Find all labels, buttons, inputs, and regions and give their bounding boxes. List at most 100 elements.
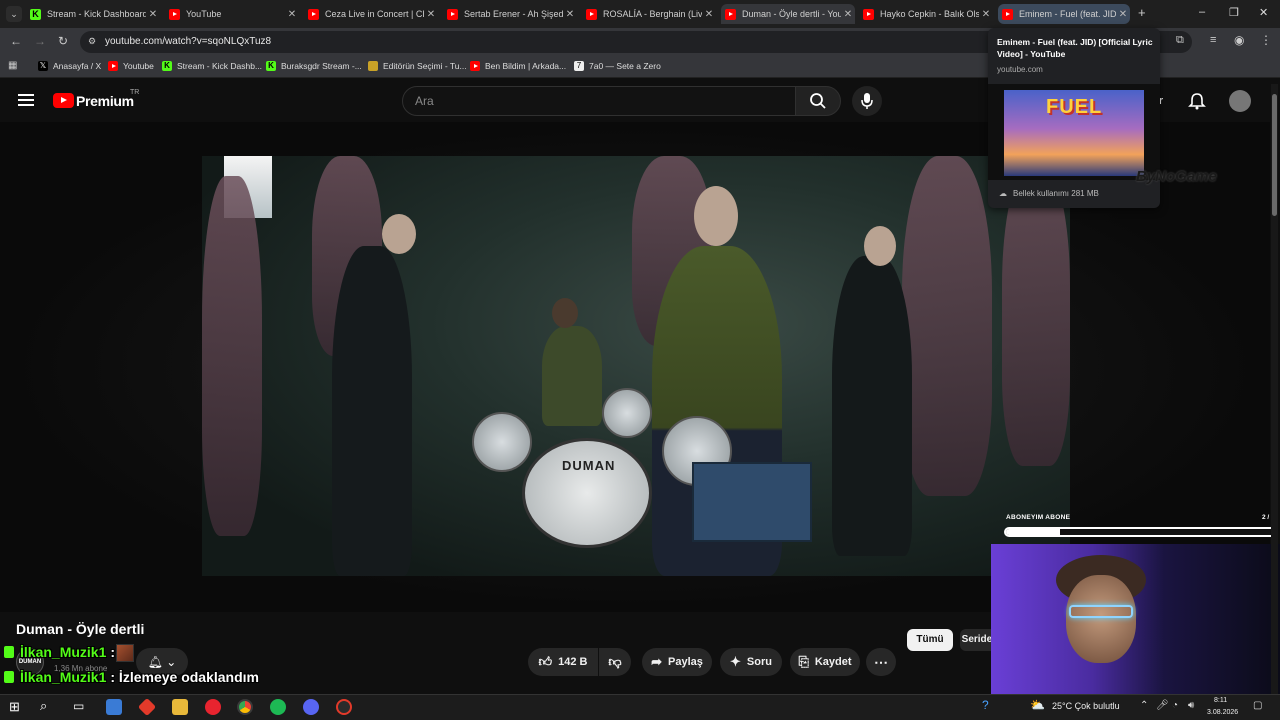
bookmark-kick-dashboard[interactable]: K Stream - Kick Dashb... [162,61,262,71]
tab-eminem[interactable]: Eminem - Fuel (feat. JID) ✕ [998,4,1130,24]
file-explorer-icon[interactable] [172,699,188,715]
tab-hayko[interactable]: Hayko Cepkin - Balık Olsa ✕ [863,4,993,24]
youtube-icon [169,8,180,20]
share-button[interactable]: ➦ Paylaş [642,648,712,676]
video-frame[interactable]: DUMAN [202,156,1070,576]
url-text[interactable]: youtube.com/watch?v=sqoNLQxTuz8 [105,36,271,47]
tab-close-icon[interactable]: ✕ [702,9,716,20]
chat-text: : İzlemeye odaklandım [110,669,259,685]
menu-icon[interactable] [18,94,34,106]
bookmark-sete-a-zero[interactable]: 7 7a0 — Sete a Zero [574,61,661,71]
discord-icon[interactable] [303,699,319,715]
clock-time[interactable]: 8:11 [1214,697,1227,704]
like-button[interactable]: 👍︎ 142 B [528,648,598,676]
chat-text: : [110,644,116,660]
streamer-face [1066,575,1136,663]
streamer-glasses [1069,605,1133,618]
more-actions-button[interactable]: ⋯ [866,648,896,676]
task-view-icon[interactable]: ▭ [73,699,84,713]
tab-ceza[interactable]: Ceza Live in Concert | CBC ✕ [308,4,438,24]
opera-icon[interactable] [205,699,221,715]
windows-start-icon[interactable]: ⊞ [9,699,20,715]
volume-icon[interactable]: 🔊︎ [1188,700,1194,711]
tab-sertab[interactable]: Sertab Erener - Ah Şişede ✕ [447,4,577,24]
x-icon: 𝕏 [38,61,48,71]
microphone-icon [861,93,873,109]
media-controls-icon[interactable]: ≡ [1210,34,1216,46]
search-button[interactable] [795,86,841,116]
tab-duman-active[interactable]: Duman - Öyle dertli - You ✕ [721,4,855,24]
tab-close-icon[interactable]: ✕ [979,9,993,20]
thumbs-down-icon: 👎︎ [608,654,622,669]
help-icon[interactable]: ? [982,698,989,712]
chat-username: İlkan_Muzik1 [20,644,107,660]
save-button[interactable]: ⎘ Kaydet [790,648,860,676]
app-circle-icon[interactable] [336,699,352,715]
forward-icon[interactable]: → [34,34,46,48]
follower-goal-fill [1006,529,1060,535]
chip-all[interactable]: Tümü [907,629,953,651]
search-input[interactable] [402,86,796,116]
sparkle-icon: ✦ [730,654,741,669]
hover-card-title: Eminem - Fuel (feat. JID) [Official Lyri… [997,37,1153,59]
new-tab-icon[interactable]: + [1138,5,1146,20]
profile-icon[interactable]: ◉ [1234,33,1244,47]
search-icon [810,93,826,109]
taskbar-search-icon[interactable]: ⌕ [40,698,47,714]
restore-icon[interactable]: ❐ [1229,6,1239,19]
bookmark-buraksgdr[interactable]: K Buraksgdr Stream -... [266,61,362,71]
notifications-bell-icon[interactable] [1188,92,1206,110]
bookmark-ben-bildim[interactable]: Ben Bildim | Arkada... [470,61,566,71]
network-icon[interactable]: ◔ [1172,700,1178,711]
follower-goal-label: ABONEYIM ABONE [1006,514,1071,521]
weather-text[interactable]: 25°C Çok bulutlu [1052,701,1120,711]
menu-kebab-icon[interactable]: ⋮ [1260,33,1272,47]
dislike-button[interactable]: 👎︎ [599,648,631,676]
memory-usage: Bellek kullanımı 281 MB [1013,189,1099,198]
spotify-icon[interactable] [270,699,286,715]
video-title: Duman - Öyle dertli [16,621,145,637]
tab-close-icon[interactable]: ✕ [841,9,855,20]
reload-icon[interactable]: ↻ [58,34,68,48]
tab-close-icon[interactable]: ✕ [146,9,160,20]
tab-youtube[interactable]: YouTube ✕ [169,4,299,24]
tab-rosalia[interactable]: ROSALÍA - Berghain (Live ✕ [586,4,716,24]
site-info-icon[interactable]: ⚙ [88,36,96,47]
back-icon[interactable]: ← [10,34,22,48]
tab-close-icon[interactable]: ✕ [424,9,438,20]
scrollbar-thumb[interactable] [1272,94,1277,216]
chrome-icon[interactable] [237,699,253,715]
account-avatar[interactable] [1229,90,1251,112]
share-icon: ➦ [651,654,663,669]
youtube-logo-icon[interactable] [53,93,74,108]
tab-kick-dashboard[interactable]: K Stream - Kick Dashboard ✕ [30,4,160,24]
clock-date[interactable]: 3.08.2026 [1207,709,1238,716]
weather-cloudy-icon: ⛅ [1030,698,1045,712]
hanging-carcass [202,176,262,536]
apps-grid-icon[interactable]: ▦ [8,60,17,71]
bookmark-editorun-secimi[interactable]: Editörün Seçimi - Tu... [368,61,467,71]
voice-search-button[interactable] [852,86,882,116]
bookmark-youtube[interactable]: Youtube [108,61,154,71]
tab-search-button[interactable]: ⌄ [6,6,22,22]
tab-close-icon[interactable]: ✕ [1116,9,1130,20]
chat-username: İlkan_Muzik1 [20,669,107,685]
tab-close-icon[interactable]: ✕ [285,9,299,20]
tab-close-icon[interactable]: ✕ [563,9,577,20]
region-code: TR [130,89,140,96]
ask-button[interactable]: ✦ Soru [720,648,782,676]
kick-badge-icon [4,671,14,683]
drum-tom [602,388,652,438]
thumbnail-title-text: FUEL [1046,96,1103,118]
close-window-icon[interactable]: ✕ [1259,6,1268,19]
bookmark-x[interactable]: 𝕏 Anasayfa / X [38,61,101,71]
minimize-icon[interactable]: – [1199,6,1205,18]
bassist [332,246,412,576]
notifications-icon[interactable]: ▢ [1253,700,1262,711]
tray-chevron-icon[interactable]: ⌃ [1140,700,1148,711]
premium-logo-text[interactable]: Premium [76,93,134,109]
microsoft-store-icon[interactable] [106,699,122,715]
tray-mic-icon[interactable]: 🎤︎ [1156,700,1169,711]
extensions-icon[interactable]: ⧉ [1176,34,1184,47]
bassist-head [382,214,416,254]
